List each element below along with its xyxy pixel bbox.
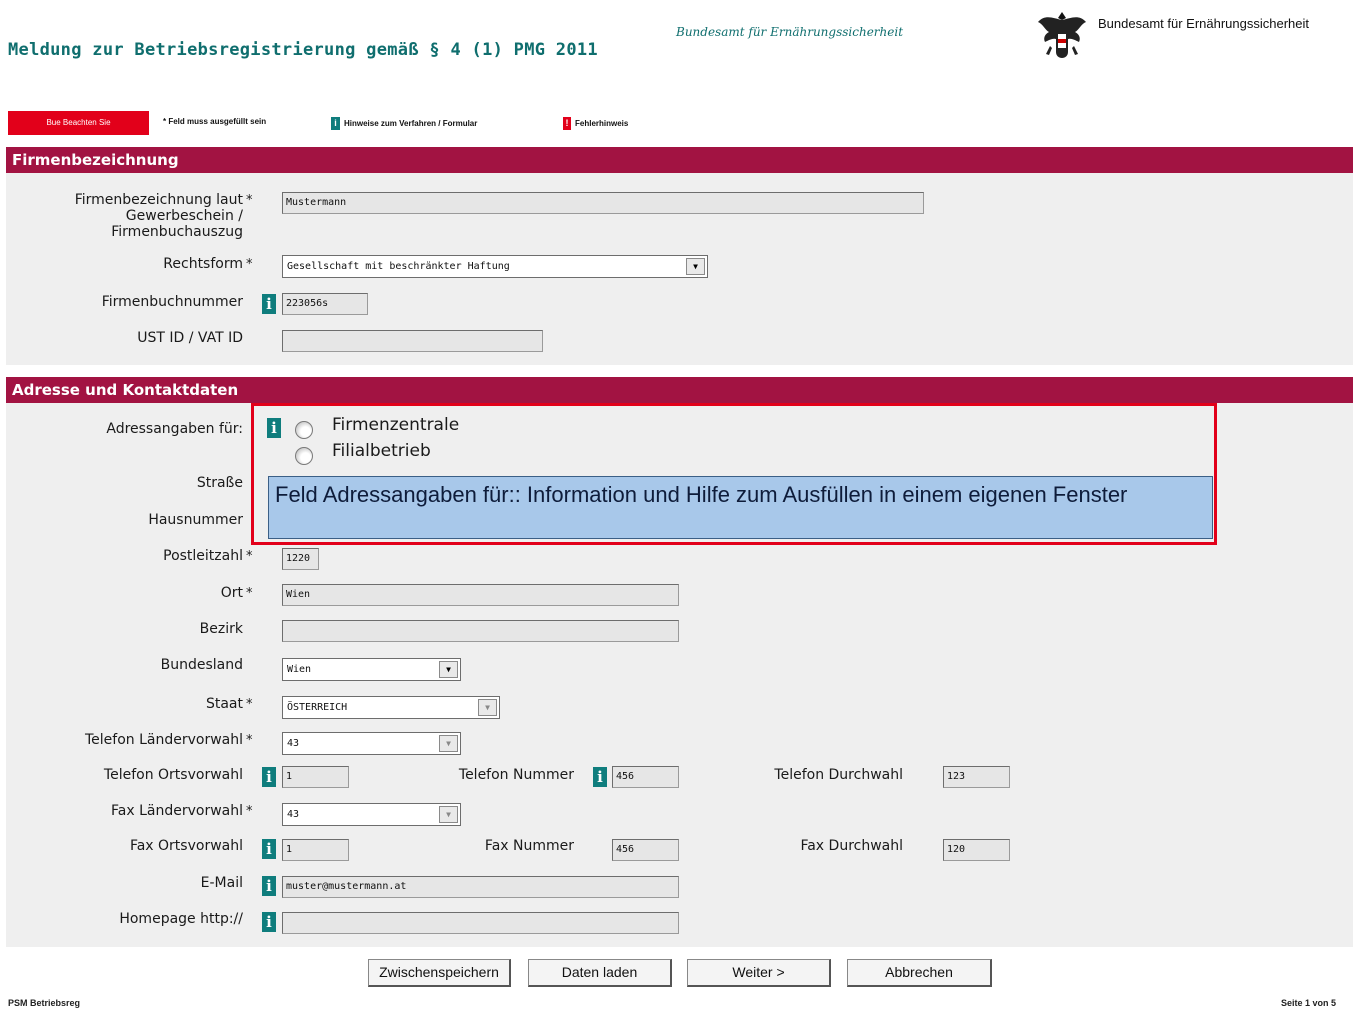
legend-required: * Feld muss ausgefüllt sein bbox=[163, 117, 266, 126]
vat-id-field[interactable] bbox=[282, 330, 543, 352]
fax-area-code-field[interactable]: 1 bbox=[282, 839, 349, 861]
address-for-label: Adressangaben für: bbox=[106, 421, 243, 437]
section-heading-company: Firmenbezeichnung bbox=[6, 147, 1353, 173]
fax-extension-field[interactable]: 120 bbox=[943, 839, 1010, 861]
required-star: * bbox=[246, 697, 253, 712]
footer-page-number: Seite 1 von 5 bbox=[1281, 998, 1337, 1008]
phone-country-code-label: Telefon Ländervorwahl bbox=[84, 732, 243, 748]
agency-script-name: Bundesamt für Ernährungssicherheit bbox=[676, 25, 904, 39]
info-icon[interactable]: i bbox=[262, 912, 276, 932]
fax-extension-label: Fax Durchwahl bbox=[800, 838, 903, 854]
phone-number-label: Telefon Nummer bbox=[458, 767, 574, 783]
street-label: Straße bbox=[196, 475, 243, 491]
state-select[interactable]: Wien ▼ bbox=[282, 658, 461, 681]
legend-error: ! Fehlerhinweis bbox=[563, 117, 628, 130]
chevron-down-icon[interactable]: ▼ bbox=[439, 661, 458, 678]
required-star: * bbox=[246, 549, 253, 564]
company-name-field[interactable]: Mustermann bbox=[282, 192, 924, 214]
legend-required-text: * Feld muss ausgefüllt sein bbox=[163, 117, 267, 126]
phone-number-field[interactable]: 456 bbox=[612, 766, 679, 788]
fax-country-code-value: 43 bbox=[287, 809, 300, 820]
zip-label: Postleitzahl bbox=[163, 548, 243, 564]
fax-country-code-select[interactable]: 43 ▼ bbox=[282, 803, 461, 826]
info-icon[interactable]: i bbox=[262, 294, 276, 314]
chevron-down-icon[interactable]: ▼ bbox=[686, 258, 705, 275]
state-label: Bundesland bbox=[160, 657, 243, 673]
cancel-button[interactable]: Abbrechen bbox=[847, 959, 992, 987]
info-icon[interactable]: i bbox=[262, 876, 276, 896]
country-select[interactable]: ÖSTERREICH ▼ bbox=[282, 696, 500, 719]
legal-form-label: Rechtsform bbox=[163, 256, 243, 272]
email-label: E-Mail bbox=[200, 875, 243, 891]
phone-area-code-label: Telefon Ortsvorwahl bbox=[103, 767, 243, 783]
fax-number-label: Fax Nummer bbox=[484, 838, 574, 854]
save-draft-button[interactable]: Zwischenspeichern bbox=[368, 959, 511, 987]
register-number-label: Firmenbuchnummer bbox=[101, 294, 243, 310]
chevron-down-icon[interactable]: ▼ bbox=[439, 806, 458, 823]
phone-country-code-value: 43 bbox=[287, 738, 300, 749]
austrian-eagle-icon bbox=[1035, 8, 1089, 62]
state-value: Wien bbox=[287, 664, 312, 675]
legend-info: i Hinweise zum Verfahren / Formular bbox=[331, 117, 477, 130]
fax-area-code-label: Fax Ortsvorwahl bbox=[129, 838, 243, 854]
phone-extension-label: Telefon Durchwahl bbox=[774, 767, 903, 783]
info-icon[interactable]: i bbox=[262, 767, 276, 787]
info-icon: i bbox=[331, 117, 340, 130]
next-button[interactable]: Weiter > bbox=[687, 959, 831, 987]
zip-field[interactable]: 1220 bbox=[282, 548, 319, 570]
legend-bar: Bue Beachten Sie * Feld muss ausgefüllt … bbox=[8, 111, 708, 135]
legal-form-value: Gesellschaft mit beschränkter Haftung bbox=[287, 261, 510, 272]
company-name-label: Firmenbezeichnung laut Gewerbeschein / F… bbox=[74, 192, 243, 240]
required-star: * bbox=[246, 733, 253, 748]
homepage-label: Homepage http:// bbox=[119, 911, 243, 927]
country-value: ÖSTERREICH bbox=[287, 702, 348, 713]
vat-id-label: UST ID / VAT ID bbox=[137, 330, 243, 346]
district-label: Bezirk bbox=[199, 621, 243, 637]
required-star: * bbox=[246, 257, 253, 272]
required-star: * bbox=[246, 193, 253, 208]
email-field[interactable]: muster@mustermann.at bbox=[282, 876, 679, 898]
legend-attention: Bue Beachten Sie bbox=[8, 111, 149, 135]
city-field[interactable]: Wien bbox=[282, 584, 679, 606]
country-label: Staat bbox=[205, 696, 243, 712]
fax-number-field[interactable]: 456 bbox=[612, 839, 679, 861]
legal-form-select[interactable]: Gesellschaft mit beschränkter Haftung ▼ bbox=[282, 255, 708, 278]
homepage-field[interactable] bbox=[282, 912, 679, 934]
city-label: Ort bbox=[220, 585, 243, 601]
phone-country-code-select[interactable]: 43 ▼ bbox=[282, 732, 461, 755]
footer-form-name: PSM Betriebsreg bbox=[8, 998, 81, 1008]
district-field[interactable] bbox=[282, 620, 679, 642]
page-title: Meldung zur Betriebsregistrierung gemäß … bbox=[8, 40, 598, 60]
error-icon: ! bbox=[563, 117, 571, 130]
legend-error-text: Fehlerhinweis bbox=[575, 119, 629, 128]
agency-name: Bundesamt für Ernährungssicherheit bbox=[1098, 16, 1310, 31]
legend-info-text: Hinweise zum Verfahren / Formular bbox=[344, 119, 478, 128]
load-data-button[interactable]: Daten laden bbox=[528, 959, 672, 987]
required-star: * bbox=[246, 586, 253, 601]
info-icon[interactable]: i bbox=[593, 767, 607, 787]
chevron-down-icon[interactable]: ▼ bbox=[478, 699, 497, 716]
register-number-field[interactable]: 223056s bbox=[282, 293, 368, 315]
tooltip: Feld Adressangaben für:: Information und… bbox=[268, 476, 1213, 539]
phone-extension-field[interactable]: 123 bbox=[943, 766, 1010, 788]
chevron-down-icon[interactable]: ▼ bbox=[439, 735, 458, 752]
house-number-label: Hausnummer bbox=[148, 512, 243, 528]
fax-country-code-label: Fax Ländervorwahl bbox=[111, 803, 243, 819]
section-heading-address: Adresse und Kontaktdaten bbox=[6, 377, 1353, 403]
info-icon[interactable]: i bbox=[262, 839, 276, 859]
phone-area-code-field[interactable]: 1 bbox=[282, 766, 349, 788]
required-star: * bbox=[246, 804, 253, 819]
